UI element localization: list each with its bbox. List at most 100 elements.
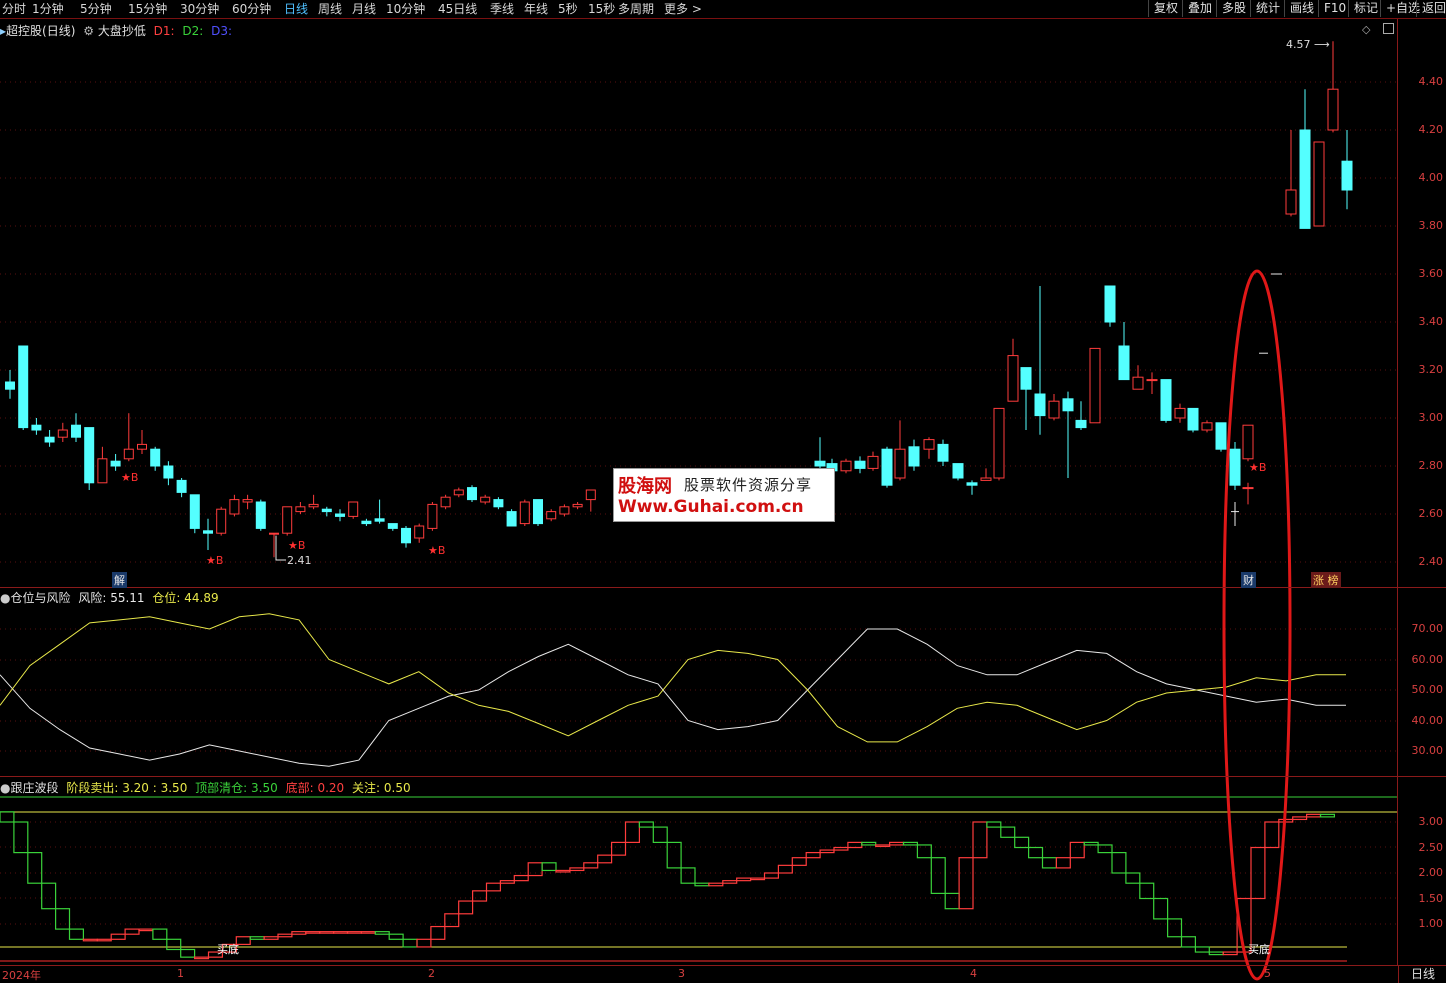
x-axis-line (0, 965, 1446, 966)
candle-body (1048, 400, 1060, 419)
candle-body (84, 427, 95, 484)
wave-bar (458, 900, 474, 915)
y-tick-label: 30.00 (1411, 744, 1444, 757)
wave-bar (96, 938, 112, 942)
y-tick-label: 4.40 (1418, 75, 1444, 88)
restore-icon[interactable] (1383, 23, 1394, 34)
panel-divider[interactable] (0, 776, 1446, 777)
wave-bar (597, 854, 613, 864)
candle-body (506, 511, 517, 527)
candle-body (321, 508, 332, 513)
candle-body (1174, 407, 1186, 419)
x-axis-label: 1 (177, 967, 184, 980)
wave-bar (54, 908, 71, 930)
candle-body (453, 489, 464, 496)
candle-body (427, 503, 438, 529)
candle-body (269, 532, 279, 535)
low-pointer (275, 535, 286, 561)
wave-bar (847, 841, 863, 849)
y-tick-label: 3.20 (1418, 363, 1444, 376)
wave-bar (1222, 951, 1238, 956)
y-tick-label: 3.00 (1418, 815, 1444, 828)
buy-bottom-label: 买底 (217, 943, 239, 956)
unlock-tag[interactable]: 解 (112, 572, 127, 588)
wave-bar (1055, 857, 1071, 869)
wave-bar (444, 913, 460, 928)
y-tick-label: 3.40 (1418, 315, 1444, 328)
candle-body (308, 503, 319, 508)
candle-body (255, 501, 266, 529)
wave-bar (13, 821, 29, 854)
wave-bar (1014, 836, 1030, 849)
candle-body (401, 527, 411, 544)
wave-bar (958, 857, 974, 910)
position-line (0, 613, 1346, 743)
y-tick-label: 2.50 (1418, 840, 1444, 854)
wave-bar (805, 851, 821, 859)
panel-divider[interactable] (0, 587, 1446, 588)
wave-bar (41, 882, 57, 910)
y-tick-label: 3.80 (1418, 219, 1444, 232)
wave-bar (763, 872, 779, 879)
wave-bar (652, 826, 668, 843)
wave-bar (791, 857, 807, 866)
wave-bar (1250, 846, 1266, 900)
candle-body (361, 520, 372, 525)
high-price-label: 4.57 ⟶ (1286, 38, 1330, 51)
y-tick-label: 1.50 (1418, 891, 1444, 905)
wave-bar (138, 928, 154, 932)
wave-bar (986, 821, 1002, 828)
wave-bar (291, 931, 307, 935)
wave-bar (902, 841, 918, 846)
candle-body (854, 460, 866, 469)
candle-body (1299, 129, 1311, 229)
candle-body (993, 407, 1005, 479)
wave-bar (194, 956, 210, 960)
wave-bar (180, 948, 196, 958)
candle-body (814, 460, 826, 467)
buy-signal-marker: ★B (288, 539, 306, 552)
candle-body (533, 499, 543, 525)
wave-bar (722, 880, 738, 884)
candle-body (1132, 376, 1144, 390)
diamond-icon[interactable]: ◇ (1362, 23, 1370, 36)
y-tick-label: 2.00 (1418, 866, 1444, 879)
wave-bar (402, 938, 418, 948)
watermark-brand: 股海网 (618, 476, 672, 497)
wave-bar (1166, 918, 1183, 938)
candle-body (216, 508, 227, 534)
wave-bar (513, 874, 529, 882)
candle-body (572, 503, 583, 508)
wave-bar (472, 890, 488, 902)
wave-bar (1069, 841, 1085, 859)
candle-body (867, 455, 879, 469)
candle-body (150, 448, 161, 467)
wave-bar (263, 936, 279, 940)
y-axis: 4.40 4.20 4.00 3.80 3.60 3.40 3.20 3.00 2.80 2.60… (1397, 19, 1446, 966)
candle-body (348, 501, 359, 517)
wave-bar (1097, 844, 1113, 854)
candle-body (1089, 347, 1101, 424)
wave-bar (833, 846, 849, 851)
wave-bar (1041, 857, 1057, 869)
wave-bar (1264, 821, 1280, 849)
period-button[interactable]: 日线 (1398, 966, 1446, 983)
wave-bar (499, 880, 515, 884)
wave-bar (166, 938, 182, 951)
candle-body (894, 448, 906, 479)
limit-up-tag[interactable]: 涨 榜 (1311, 572, 1341, 588)
wave-bar (555, 869, 571, 873)
wave-bar (110, 933, 126, 940)
x-axis-label: 5 (1264, 967, 1271, 980)
wave-bar (1000, 826, 1016, 838)
candle-body (519, 501, 530, 525)
watermark-url: Www.Guhai.com.cn (618, 497, 804, 517)
highlight-ellipse (1222, 269, 1292, 981)
finance-tag[interactable]: 财 (1241, 572, 1256, 588)
wave-bar (583, 862, 599, 869)
candle-body (1020, 367, 1032, 390)
candle-body (1242, 487, 1254, 490)
candle-body (242, 499, 253, 503)
wave-bar (624, 821, 640, 843)
buy-signal-marker: ★B (1249, 461, 1267, 474)
